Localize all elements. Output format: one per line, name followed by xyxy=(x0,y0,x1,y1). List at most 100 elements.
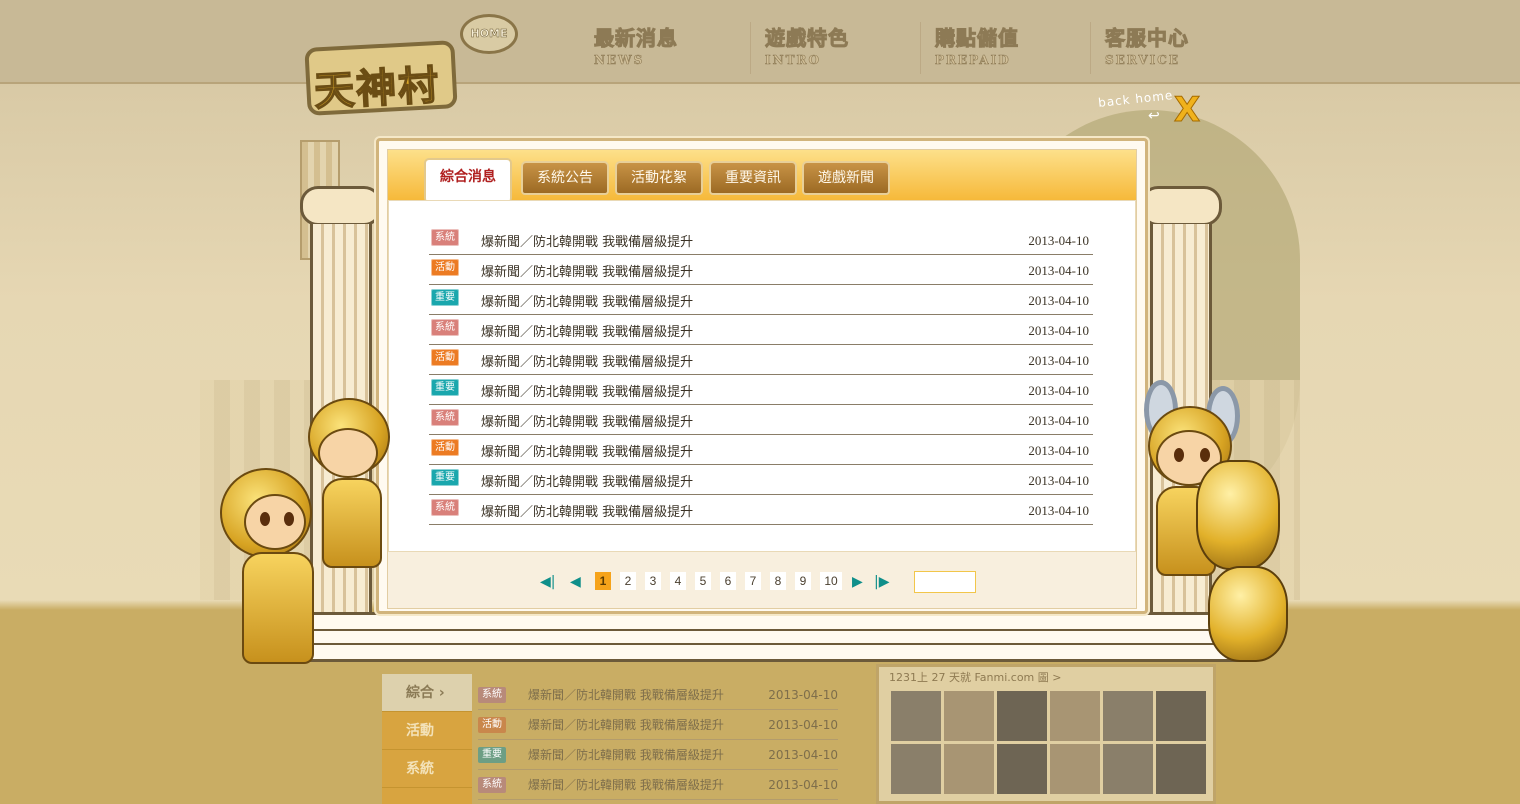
news-row[interactable]: 活動 爆新聞／防北韓開戰 我戰備層級提升 2013-04-10 xyxy=(429,345,1093,375)
character-eye xyxy=(284,512,294,526)
character-robe xyxy=(242,552,314,664)
tab-game-news[interactable]: 遊戲新聞 xyxy=(802,161,890,195)
gallery-thumb xyxy=(997,691,1047,741)
news-date: 2013-04-10 xyxy=(1028,293,1089,308)
golden-shield xyxy=(1208,566,1288,662)
character-eye xyxy=(1174,448,1184,462)
gallery-thumb xyxy=(891,744,941,794)
gallery-thumb xyxy=(944,744,994,794)
tab-system-announcements[interactable]: 系統公告 xyxy=(521,161,609,195)
arrow-icon: ↩ xyxy=(1148,108,1160,124)
background-category-menu: 綜合 › 活動 系統 xyxy=(382,674,472,804)
gallery-thumb xyxy=(1103,691,1153,741)
page-link[interactable]: 8 xyxy=(770,572,786,590)
tab-important-info[interactable]: 重要資訊 xyxy=(709,161,797,195)
category-badge: 系統 xyxy=(431,229,459,246)
news-title[interactable]: 爆新聞／防北韓開戰 我戰備層級提升 xyxy=(481,441,693,460)
nav-item-prepaid[interactable]: 購點儲值 PREPAID xyxy=(920,22,1090,74)
news-title[interactable]: 爆新聞／防北韓開戰 我戰備層級提升 xyxy=(481,291,693,310)
gallery-caption: 1231上 27 天就 Fanmi.com 圖 > xyxy=(889,671,1062,684)
news-title[interactable]: 爆新聞／防北韓開戰 我戰備層級提升 xyxy=(481,351,693,370)
news-row[interactable]: 活動 爆新聞／防北韓開戰 我戰備層級提升 2013-04-10 xyxy=(429,255,1093,285)
gallery-thumb xyxy=(1103,744,1153,794)
news-row[interactable]: 系統 爆新聞／防北韓開戰 我戰備層級提升 2013-04-10 xyxy=(429,405,1093,435)
news-row[interactable]: 系統 爆新聞／防北韓開戰 我戰備層級提升 2013-04-10 xyxy=(429,315,1093,345)
last-page-icon[interactable]: |▶ xyxy=(874,574,889,590)
category-badge: 活動 xyxy=(431,259,459,276)
news-modal: 綜合消息 系統公告 活動花絮 重要資訊 遊戲新聞 系統 爆新聞／防北韓開戰 我戰… xyxy=(376,138,1148,614)
character-face xyxy=(318,428,378,478)
character-eye xyxy=(1200,448,1210,462)
site-logo[interactable]: 天神村 HOME xyxy=(300,10,520,120)
background-row: 系統 爆新聞／防北韓開戰 我戰備層級提升 2013-04-10 xyxy=(478,680,838,710)
category-badge: 重要 xyxy=(431,289,459,306)
gallery-thumb xyxy=(944,691,994,741)
pillar-capital xyxy=(1140,186,1222,226)
page-jump-input[interactable] xyxy=(914,571,976,593)
page-link[interactable]: 10 xyxy=(820,572,842,590)
hermes-and-athena-characters xyxy=(1110,376,1300,668)
page-link[interactable]: 7 xyxy=(745,572,761,590)
page-link[interactable]: 5 xyxy=(695,572,711,590)
pagination: ◀| ◀ 1 2 3 4 5 6 7 8 9 10 ▶ |▶ xyxy=(388,570,1136,594)
background-row: 系統 爆新聞／防北韓開戰 我戰備層級提升 2013-04-10 xyxy=(478,770,838,800)
category-badge: 系統 xyxy=(431,319,459,336)
background-title: 爆新聞／防北韓開戰 我戰備層級提升 xyxy=(528,748,724,762)
news-date: 2013-04-10 xyxy=(1028,353,1089,368)
background-badge: 活動 xyxy=(478,716,506,733)
news-row[interactable]: 重要 爆新聞／防北韓開戰 我戰備層級提升 2013-04-10 xyxy=(429,465,1093,495)
page-link[interactable]: 3 xyxy=(645,572,661,590)
news-title[interactable]: 爆新聞／防北韓開戰 我戰備層級提升 xyxy=(481,321,693,340)
news-list: 系統 爆新聞／防北韓開戰 我戰備層級提升 2013-04-10 活動 爆新聞／防… xyxy=(388,200,1136,552)
nav-sublabel: SERVICE xyxy=(1105,53,1180,68)
news-row[interactable]: 系統 爆新聞／防北韓開戰 我戰備層級提升 2013-04-10 xyxy=(429,495,1093,525)
news-row[interactable]: 系統 爆新聞／防北韓開戰 我戰備層級提升 2013-04-10 xyxy=(429,225,1093,255)
news-row[interactable]: 重要 爆新聞／防北韓開戰 我戰備層級提升 2013-04-10 xyxy=(429,285,1093,315)
background-badge: 重要 xyxy=(478,746,506,763)
news-title[interactable]: 爆新聞／防北韓開戰 我戰備層級提升 xyxy=(481,501,693,520)
news-date: 2013-04-10 xyxy=(1028,323,1089,338)
next-page-icon[interactable]: ▶ xyxy=(852,574,863,590)
nav-item-intro[interactable]: 遊戲特色 INTRO xyxy=(750,22,920,74)
news-title[interactable]: 爆新聞／防北韓開戰 我戰備層級提升 xyxy=(481,261,693,280)
news-date: 2013-04-10 xyxy=(1028,443,1089,458)
category-badge: 活動 xyxy=(431,439,459,456)
background-title: 爆新聞／防北韓開戰 我戰備層級提升 xyxy=(528,688,724,702)
category-badge: 系統 xyxy=(431,409,459,426)
news-date: 2013-04-10 xyxy=(1028,233,1089,248)
nav-item-news[interactable]: 最新消息 NEWS xyxy=(580,22,750,74)
news-row[interactable]: 重要 爆新聞／防北韓開戰 我戰備層級提升 2013-04-10 xyxy=(429,375,1093,405)
page-link[interactable]: 6 xyxy=(720,572,736,590)
nav-sublabel: NEWS xyxy=(594,53,645,68)
page-link[interactable]: 9 xyxy=(795,572,811,590)
first-page-icon[interactable]: ◀| xyxy=(540,574,555,590)
nav-label: 客服中心 xyxy=(1105,26,1189,51)
character-robe xyxy=(322,478,382,568)
news-title[interactable]: 爆新聞／防北韓開戰 我戰備層級提升 xyxy=(481,381,693,400)
gallery-thumb xyxy=(1050,691,1100,741)
news-title[interactable]: 爆新聞／防北韓開戰 我戰備層級提升 xyxy=(481,231,693,250)
nav-label: 購點儲值 xyxy=(935,26,1019,51)
page-link[interactable]: 4 xyxy=(670,572,686,590)
gallery-thumb xyxy=(997,744,1047,794)
tab-bar: 綜合消息 系統公告 活動花絮 重要資訊 遊戲新聞 xyxy=(388,150,1136,202)
news-title[interactable]: 爆新聞／防北韓開戰 我戰備層級提升 xyxy=(481,411,693,430)
tab-general-news[interactable]: 綜合消息 xyxy=(424,158,512,202)
golden-helmet xyxy=(1196,460,1280,570)
background-row: 活動 爆新聞／防北韓開戰 我戰備層級提升 2013-04-10 xyxy=(478,710,838,740)
prev-page-icon[interactable]: ◀ xyxy=(570,574,581,590)
news-title[interactable]: 爆新聞／防北韓開戰 我戰備層級提升 xyxy=(481,471,693,490)
background-title: 爆新聞／防北韓開戰 我戰備層級提升 xyxy=(528,778,724,792)
gallery-thumb xyxy=(1156,744,1206,794)
gallery-thumb xyxy=(1050,744,1100,794)
tab-event-highlights[interactable]: 活動花絮 xyxy=(615,161,703,195)
background-rows: 系統 爆新聞／防北韓開戰 我戰備層級提升 2013-04-10 活動 爆新聞／防北韓開… xyxy=(478,680,838,800)
home-bubble[interactable]: HOME xyxy=(460,14,518,54)
news-row[interactable]: 活動 爆新聞／防北韓開戰 我戰備層級提升 2013-04-10 xyxy=(429,435,1093,465)
background-date: 2013-04-10 xyxy=(768,717,838,732)
page-link[interactable]: 1 xyxy=(595,572,611,590)
back-home-button[interactable]: back home ↩ X xyxy=(1097,88,1210,130)
page-link[interactable]: 2 xyxy=(620,572,636,590)
nav-item-service[interactable]: 客服中心 SERVICE xyxy=(1090,22,1260,74)
close-icon[interactable]: X xyxy=(1173,90,1200,131)
